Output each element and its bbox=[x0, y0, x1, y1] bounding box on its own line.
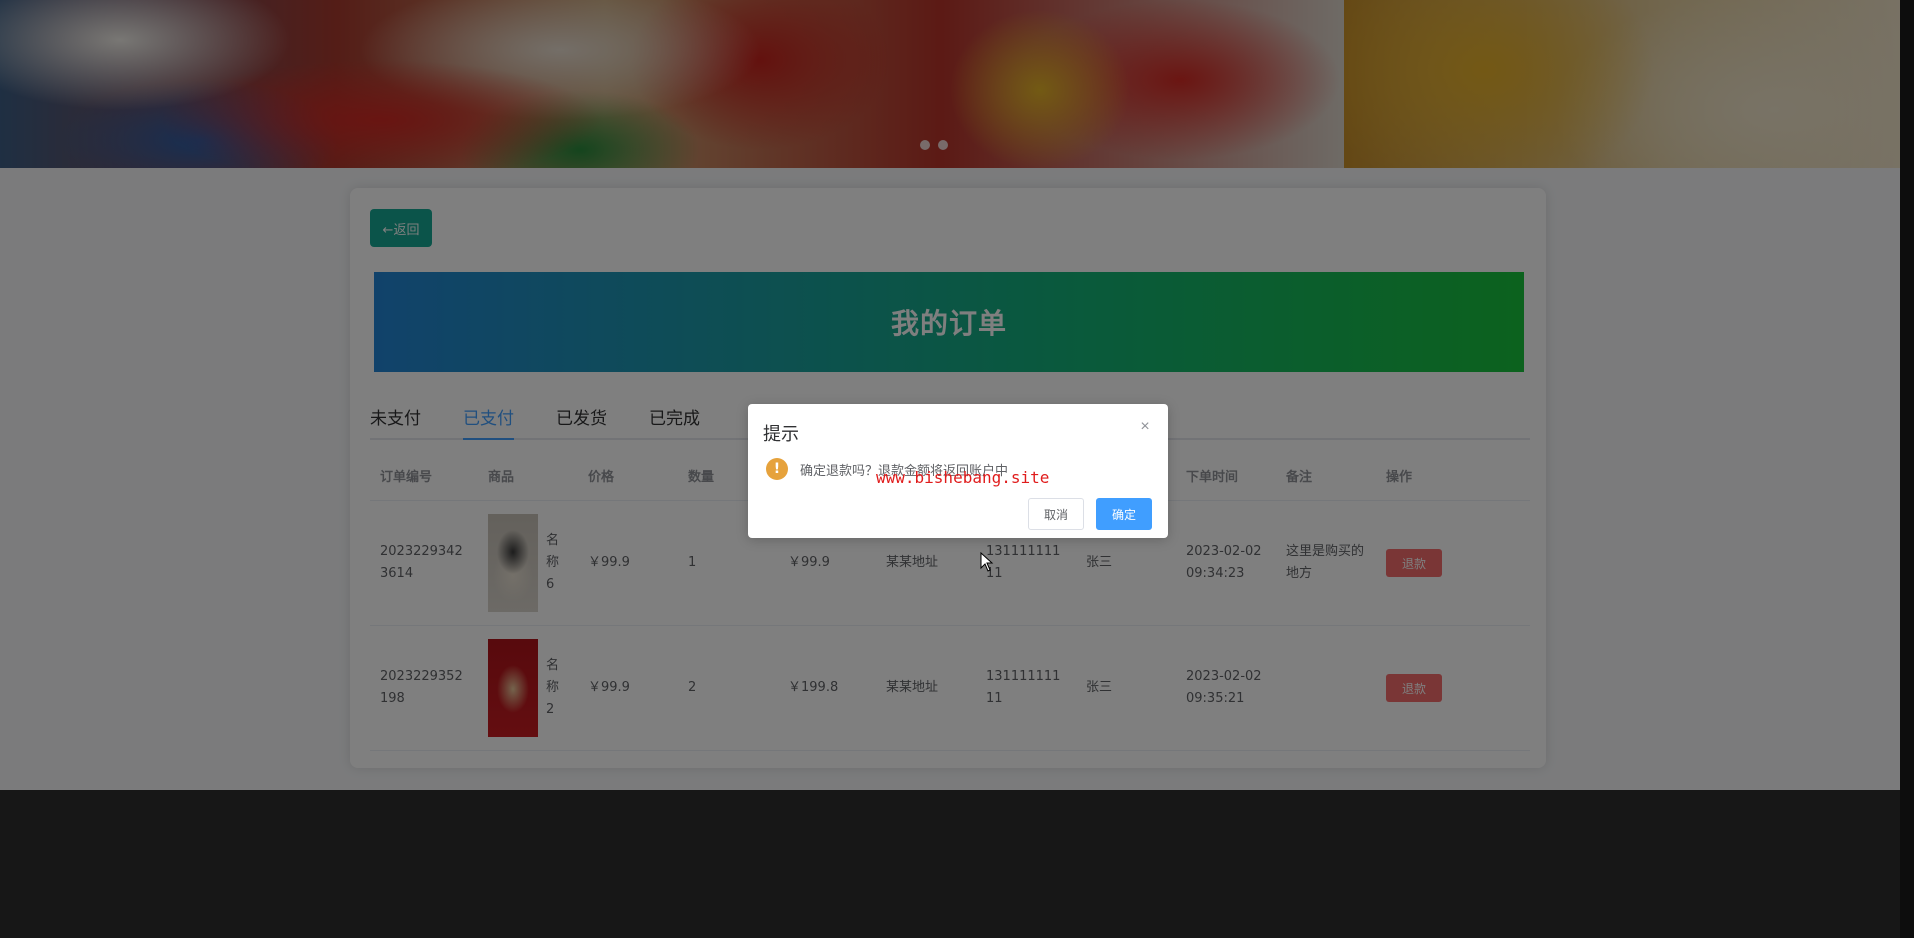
mouse-cursor-icon bbox=[980, 552, 994, 572]
dialog-title: 提示 bbox=[763, 424, 799, 445]
cancel-button[interactable]: 取消 bbox=[1028, 498, 1084, 530]
close-icon[interactable]: × bbox=[1136, 418, 1154, 436]
page: ←返回 我的订单 未支付 已支付 已发货 已完成 订单编号 商品 价格 数量 下… bbox=[0, 0, 1914, 938]
watermark-text: www.bishebang.site bbox=[876, 468, 1050, 487]
warning-icon: ! bbox=[766, 458, 788, 480]
confirm-button[interactable]: 确定 bbox=[1096, 498, 1152, 530]
